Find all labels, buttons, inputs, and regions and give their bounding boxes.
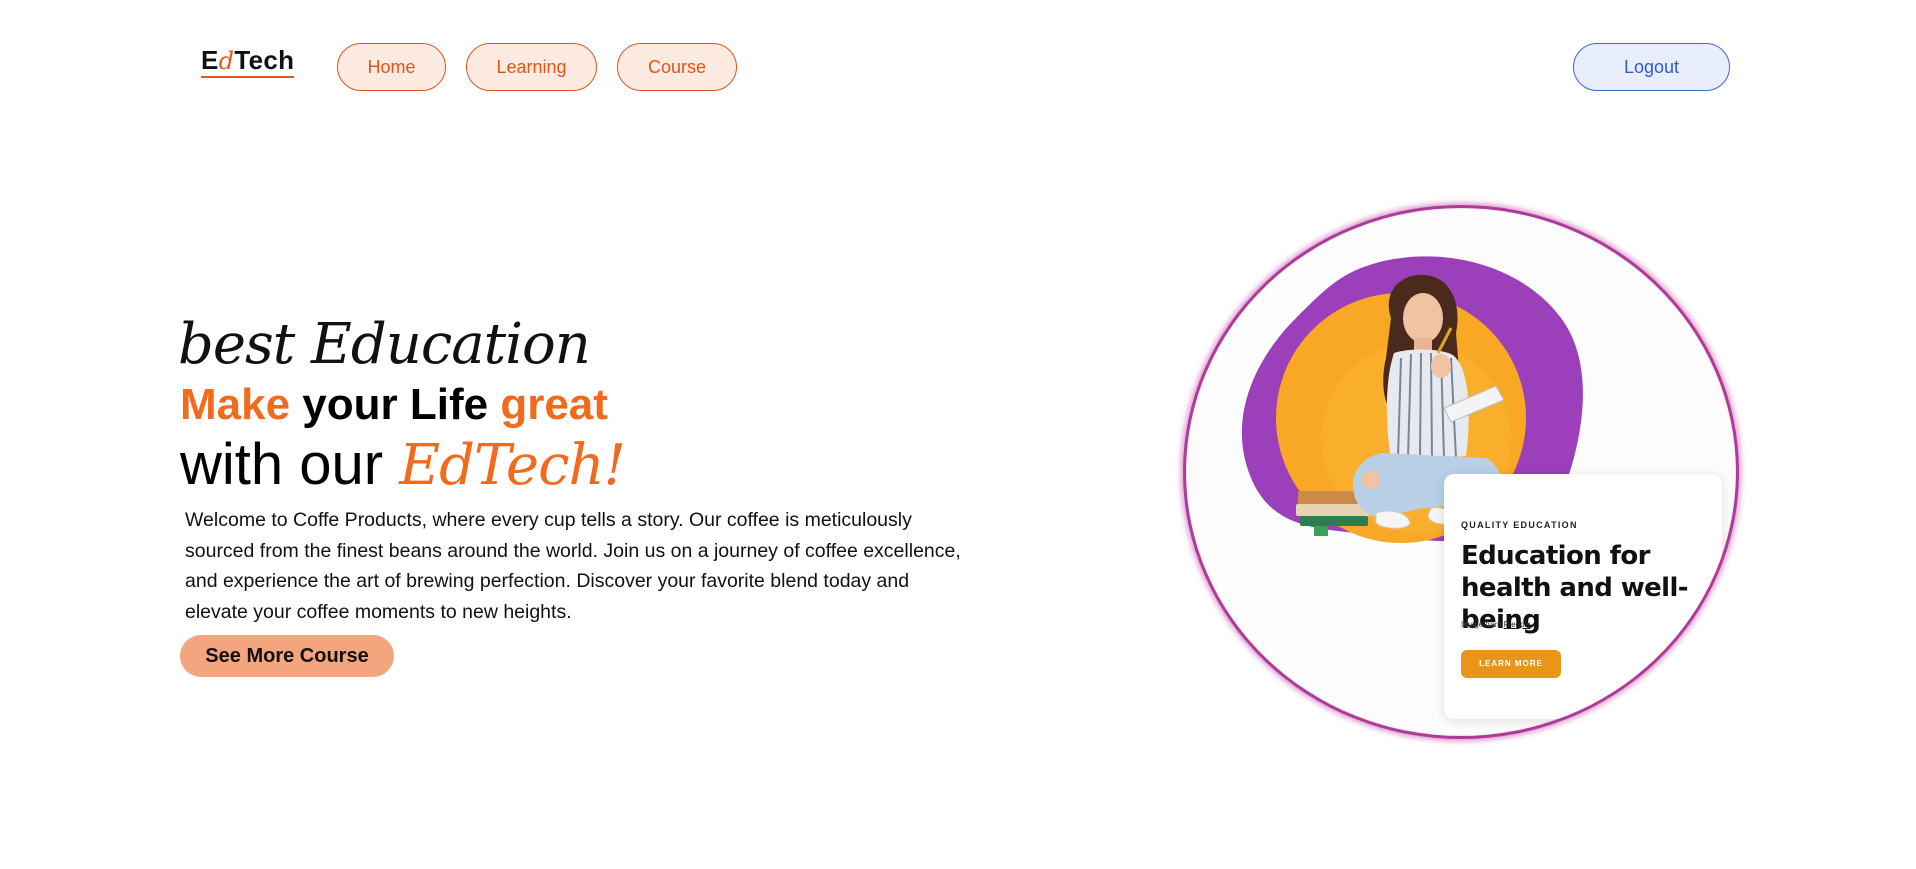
hero-image-circle: QUALITY EDUCATION Education for health a… [1183,205,1739,739]
logo-accent: d [218,47,235,75]
headline-middle: your Life [290,380,501,429]
hero-headline-line2: with our EdTech! [180,432,626,499]
logout-button[interactable]: Logout [1573,43,1730,91]
card-kicker: QUALITY EDUCATION [1461,520,1578,530]
headline-edtech-script: EdTech! [399,433,626,498]
freepik-link[interactable]: Freepik [1504,620,1531,629]
headline-word-great: great [500,380,608,429]
hero-tagline: best Education [178,312,591,377]
logo-prefix: E [201,45,219,75]
nav-home-button[interactable]: Home [337,43,446,91]
see-more-course-button[interactable]: See More Course [180,635,394,677]
learn-more-button[interactable]: LEARN MORE [1461,650,1561,678]
education-card: QUALITY EDUCATION Education for health a… [1444,474,1722,719]
card-credit-prefix: Image from [1461,620,1504,629]
hero-headline-line1: Make your Life great [180,380,608,430]
headline-word-make: Make [180,380,291,429]
nav-course-button[interactable]: Course [617,43,737,91]
logo-suffix: Tech [234,45,295,75]
headline-with-our: with our [180,432,400,497]
hero-description: Welcome to Coffe Products, where every c… [185,509,961,623]
nav-learning-button[interactable]: Learning [466,43,597,91]
edtech-logo[interactable]: EdTech [201,45,295,78]
landing-page: EdTech Home Learning Course Logout best … [0,0,1916,869]
card-credit: Image from Freepik [1461,620,1530,629]
